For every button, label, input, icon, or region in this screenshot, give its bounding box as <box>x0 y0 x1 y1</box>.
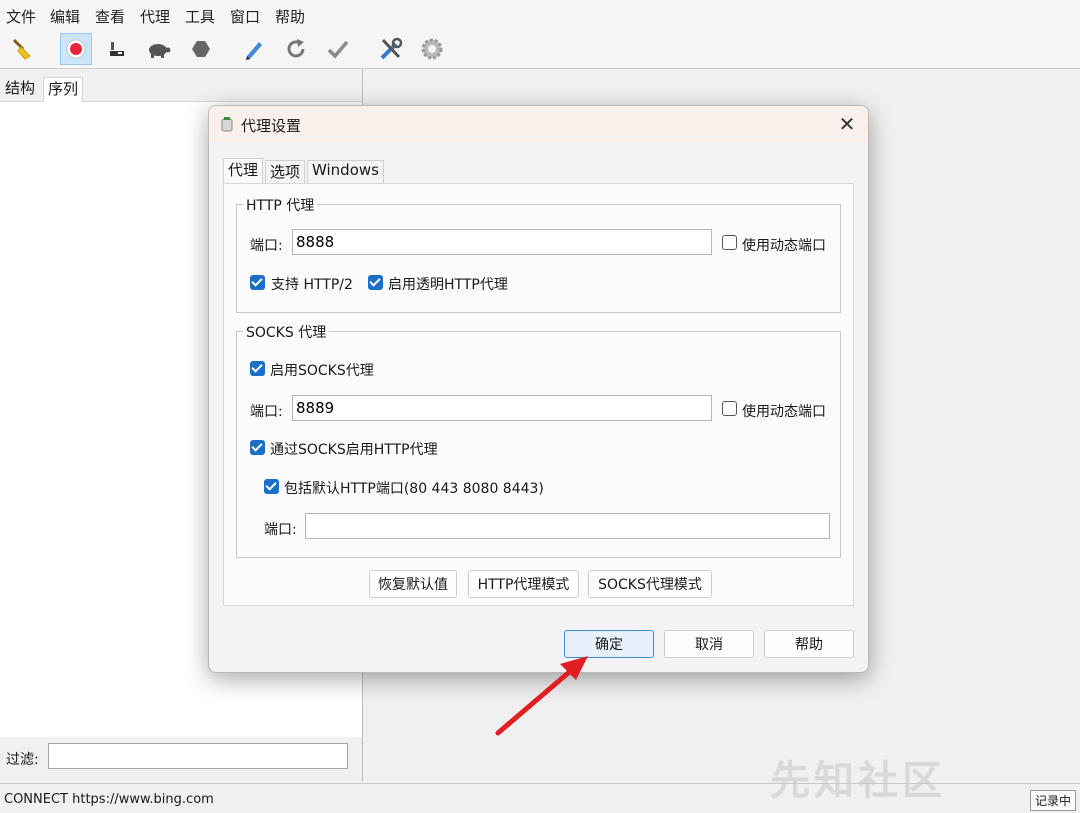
http-via-socks-checkbox[interactable] <box>250 440 265 455</box>
http-mode-button[interactable]: HTTP代理模式 <box>468 570 579 598</box>
pen-icon[interactable] <box>238 33 270 65</box>
help-button[interactable]: 帮助 <box>764 630 854 658</box>
filter-row: 过滤: <box>0 737 362 781</box>
check-icon[interactable] <box>322 33 354 65</box>
panel-tabstrip: 结构 序列 <box>0 69 362 102</box>
menu-edit[interactable]: 编辑 <box>50 6 80 27</box>
settings-icon[interactable] <box>416 33 448 65</box>
extra-port-label: 端口: <box>264 522 297 538</box>
menu-window[interactable]: 窗口 <box>230 6 260 27</box>
throttle-icon[interactable] <box>101 33 133 65</box>
menu-file[interactable]: 文件 <box>6 6 36 27</box>
filter-label: 过滤: <box>6 752 39 768</box>
extra-port-input[interactable] <box>305 513 830 539</box>
socks-dynamic-port-checkbox[interactable] <box>722 401 737 416</box>
menu-help[interactable]: 帮助 <box>275 6 305 27</box>
tab-sequence[interactable]: 序列 <box>43 77 84 102</box>
menu-proxy[interactable]: 代理 <box>140 6 170 27</box>
menu-bar: 文件 编辑 查看 代理 工具 窗口 帮助 <box>0 0 1080 30</box>
menu-tools[interactable]: 工具 <box>185 6 215 27</box>
tab-body: HTTP 代理 端口: 使用动态端口 支持 HTTP/2 启用透明HTTP代理 … <box>223 183 854 606</box>
stop-hexagon-icon[interactable] <box>185 33 217 65</box>
watermark: 先知社区 <box>770 758 946 804</box>
http-dynamic-port-checkbox[interactable] <box>722 235 737 250</box>
http-port-label: 端口: <box>250 238 283 254</box>
socks-proxy-group: SOCKS 代理 启用SOCKS代理 端口: 使用动态端口 通过SOCKS启用H… <box>236 322 841 558</box>
close-icon[interactable]: ✕ <box>834 112 860 136</box>
transparent-proxy-checkbox[interactable] <box>368 275 383 290</box>
http-port-input[interactable] <box>292 229 712 255</box>
status-text: CONNECT https://www.bing.com <box>4 792 214 807</box>
socks-port-input[interactable] <box>292 395 712 421</box>
recording-badge[interactable]: 记录中 <box>1029 790 1076 811</box>
filter-input[interactable] <box>48 743 348 769</box>
http-dynamic-port-label: 使用动态端口 <box>742 238 826 254</box>
socks-dynamic-port-label: 使用动态端口 <box>742 404 826 420</box>
restore-defaults-button[interactable]: 恢复默认值 <box>369 570 457 598</box>
transparent-proxy-label: 启用透明HTTP代理 <box>388 277 508 293</box>
enable-socks-label: 启用SOCKS代理 <box>270 363 374 379</box>
record-icon[interactable] <box>60 33 92 65</box>
cancel-button[interactable]: 取消 <box>664 630 754 658</box>
toolbar <box>0 30 1080 69</box>
http-group-title: HTTP 代理 <box>243 195 318 215</box>
default-ports-checkbox[interactable] <box>264 479 279 494</box>
default-ports-label: 包括默认HTTP端口(80 443 8080 8443) <box>284 481 544 497</box>
tab-proxy[interactable]: 代理 <box>223 158 264 185</box>
socks-mode-button[interactable]: SOCKS代理模式 <box>588 570 712 598</box>
http-via-socks-label: 通过SOCKS启用HTTP代理 <box>270 442 438 458</box>
http-proxy-group: HTTP 代理 端口: 使用动态端口 支持 HTTP/2 启用透明HTTP代理 <box>236 195 841 313</box>
enable-socks-checkbox[interactable] <box>250 361 265 376</box>
ok-button[interactable]: 确定 <box>564 630 654 658</box>
dialog-title: 代理设置 <box>241 117 302 135</box>
dialog-title-bar: 代理设置 ✕ <box>209 106 868 142</box>
turtle-icon[interactable] <box>142 33 174 65</box>
http2-checkbox[interactable] <box>250 275 265 290</box>
app-icon <box>221 117 233 132</box>
socks-port-label: 端口: <box>250 404 283 420</box>
proxy-settings-dialog: 代理设置 ✕ 代理 选项 Windows HTTP 代理 端口: 使用动态端口 … <box>208 105 869 673</box>
tools-icon[interactable] <box>375 33 407 65</box>
refresh-icon[interactable] <box>280 33 312 65</box>
http2-label: 支持 HTTP/2 <box>271 277 353 293</box>
tab-windows[interactable]: Windows <box>307 160 384 183</box>
tab-options[interactable]: 选项 <box>265 160 306 183</box>
menu-view[interactable]: 查看 <box>95 6 125 27</box>
socks-group-title: SOCKS 代理 <box>243 322 330 342</box>
broom-icon[interactable] <box>6 33 38 65</box>
tab-structure[interactable]: 结构 <box>5 77 35 98</box>
